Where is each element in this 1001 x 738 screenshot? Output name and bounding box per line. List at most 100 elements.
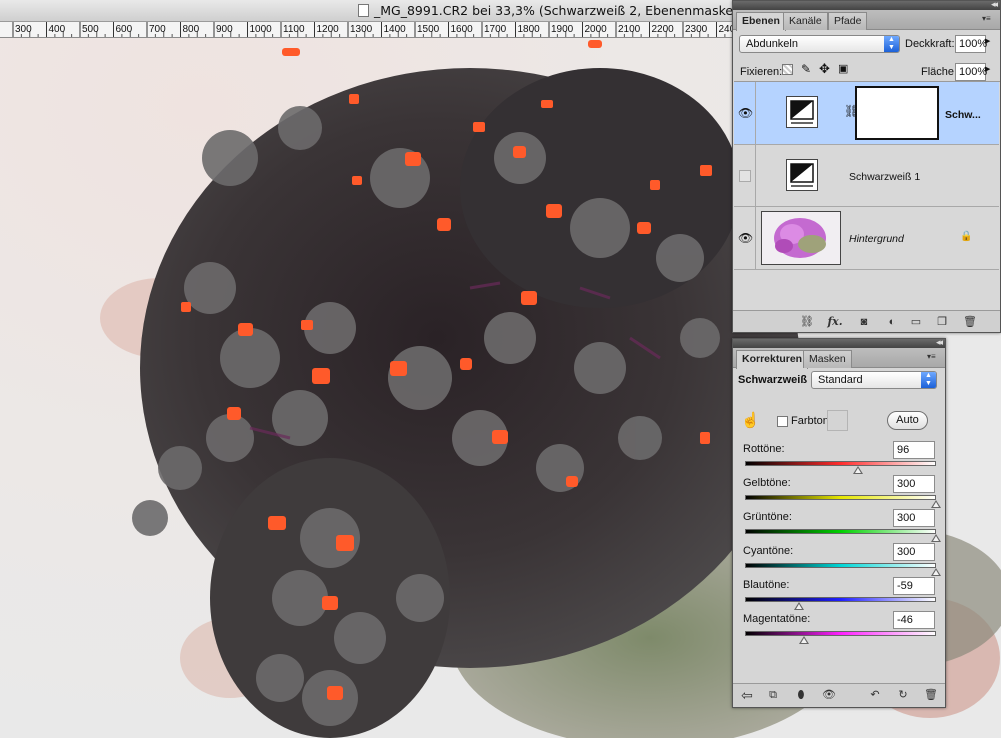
ruler-tick-label: 1900 bbox=[551, 24, 574, 35]
slider-thumb[interactable] bbox=[853, 466, 864, 474]
slider-thumb[interactable] bbox=[798, 636, 809, 644]
preset-select[interactable]: Standard ▲ ▼ bbox=[811, 371, 937, 389]
fill-label: Fläche: bbox=[921, 66, 958, 78]
opacity-value: 100% bbox=[959, 38, 988, 50]
eye-icon: 👁 bbox=[738, 106, 754, 120]
add-mask-icon[interactable]: ◙ bbox=[856, 315, 872, 329]
slider-value-input[interactable]: -46 bbox=[893, 611, 935, 629]
slider-track[interactable] bbox=[745, 461, 936, 466]
slider-label: Magentatöne: bbox=[743, 613, 811, 625]
layers-list: 👁 ⛓ Schw... Schwarzweiß 1 👁 Hintergrund … bbox=[734, 81, 1000, 311]
tab-masken[interactable]: Masken bbox=[803, 350, 852, 368]
layer-visibility-toggle[interactable]: 👁 bbox=[734, 207, 756, 269]
collapse-icon[interactable]: ◂◂ bbox=[936, 337, 943, 348]
blend-mode-select[interactable]: Abdunkeln ▲ ▼ bbox=[739, 35, 900, 53]
opacity-input[interactable]: 100% bbox=[955, 35, 988, 53]
tab-ebenen[interactable]: Ebenen bbox=[736, 12, 786, 31]
panel-menu-icon[interactable]: ▾≡ bbox=[927, 352, 941, 362]
fx-icon[interactable]: fx. bbox=[827, 315, 843, 329]
mask-visibility-icon[interactable]: ⬮ bbox=[793, 688, 809, 702]
opacity-dropdown-icon[interactable]: ▶ bbox=[985, 37, 990, 45]
new-layer-icon[interactable]: ❐ bbox=[934, 315, 950, 329]
panel-menu-icon[interactable]: ▾≡ bbox=[982, 14, 996, 24]
layer-visibility-toggle[interactable]: 👁 bbox=[734, 82, 756, 144]
collapse-icon[interactable]: ◂◂ bbox=[991, 0, 998, 10]
trash-icon[interactable]: 🗑 bbox=[923, 688, 939, 702]
slider-value-input[interactable]: 300 bbox=[893, 543, 935, 561]
previous-state-icon[interactable]: ↶ bbox=[867, 688, 883, 702]
slider-row: Grüntöne: 300 bbox=[733, 509, 947, 543]
lock-position-icon[interactable]: ✥ bbox=[819, 61, 830, 77]
layers-panel-grip[interactable]: ◂◂ bbox=[733, 0, 1000, 10]
link-icon[interactable]: ⛓ bbox=[799, 315, 815, 329]
layer-row-schwarzweiss-1[interactable]: Schwarzweiß 1 bbox=[734, 145, 999, 207]
layers-bottom-bar: ⛓ fx. ◙ ◐ ▭ ❐ 🗑 bbox=[733, 310, 1000, 332]
slider-value-input[interactable]: 300 bbox=[893, 475, 935, 493]
lock-all-icon[interactable]: ▣ bbox=[838, 62, 848, 75]
lock-image-icon[interactable]: ✎ bbox=[801, 62, 811, 76]
slider-value-input[interactable]: 96 bbox=[893, 441, 935, 459]
layer-name[interactable]: Hintergrund bbox=[849, 233, 904, 245]
reset-icon[interactable]: ↻ bbox=[895, 688, 911, 702]
clip-layer-icon[interactable]: ⧉ bbox=[765, 688, 781, 702]
layer-row-schwarzweiss-2[interactable]: 👁 ⛓ Schw... bbox=[734, 82, 999, 145]
slider-value-input[interactable]: -59 bbox=[893, 577, 935, 595]
eye-icon[interactable]: 👁 bbox=[821, 688, 837, 702]
fill-dropdown-icon[interactable]: ▶ bbox=[985, 65, 990, 73]
tab-korrekturen[interactable]: Korrekturen bbox=[736, 350, 809, 369]
document-title: _MG_8991.CR2 bei 33,3% (Schwarzweiß 2, E… bbox=[374, 3, 734, 18]
ruler-tick-label: 1600 bbox=[451, 24, 474, 35]
ruler-tick-label: 500 bbox=[82, 24, 99, 35]
tab-kanaele[interactable]: Kanäle bbox=[783, 12, 828, 30]
ruler-tick-label: 1800 bbox=[518, 24, 541, 35]
back-icon[interactable]: ⇦ bbox=[739, 688, 755, 702]
slider-row: Rottöne: 96 bbox=[733, 441, 947, 475]
slider-thumb[interactable] bbox=[931, 534, 941, 542]
ruler-tick-label: 1000 bbox=[250, 24, 273, 35]
fill-input[interactable]: 100% bbox=[955, 63, 987, 81]
tint-checkbox[interactable] bbox=[777, 416, 788, 427]
new-adjustment-icon[interactable]: ◐ bbox=[884, 315, 900, 329]
slider-row: Blautöne: -59 bbox=[733, 577, 947, 611]
slider-value-input[interactable]: 300 bbox=[893, 509, 935, 527]
slider-track[interactable] bbox=[745, 631, 936, 636]
slider-label: Cyantöne: bbox=[743, 545, 794, 557]
layer-name[interactable]: Schw... bbox=[945, 109, 981, 121]
slider-thumb[interactable] bbox=[931, 500, 941, 508]
ruler-tick-label: 1100 bbox=[283, 24, 305, 35]
slider-thumb[interactable] bbox=[931, 568, 941, 576]
adjustments-panel-tabs: Korrekturen Masken ▾≡ bbox=[733, 348, 945, 369]
ruler-tick-label: 2200 bbox=[652, 24, 675, 35]
new-group-icon[interactable]: ▭ bbox=[908, 315, 924, 329]
targeted-adjustment-hand-icon[interactable]: ☝ bbox=[741, 411, 760, 429]
opacity-label: Deckkraft: bbox=[905, 38, 955, 50]
slider-label: Rottöne: bbox=[743, 443, 785, 455]
adjustments-panel-grip[interactable]: ◂◂ bbox=[733, 337, 945, 348]
layer-visibility-toggle[interactable] bbox=[734, 145, 756, 206]
ruler-tick-label: 1300 bbox=[350, 24, 373, 35]
chevron-updown-icon: ▲ ▼ bbox=[884, 36, 899, 52]
auto-button[interactable]: Auto bbox=[887, 411, 928, 430]
lock-icon: 🔒 bbox=[960, 231, 973, 242]
slider-track[interactable] bbox=[745, 495, 936, 500]
ruler-tick-label: 2100 bbox=[618, 24, 641, 35]
slider-track[interactable] bbox=[745, 529, 936, 534]
ruler-tick-label: 1700 bbox=[484, 24, 507, 35]
slider-thumb[interactable] bbox=[793, 602, 804, 610]
layer-mask-thumbnail[interactable] bbox=[855, 86, 939, 140]
trash-icon[interactable]: 🗑 bbox=[962, 315, 978, 329]
slider-track[interactable] bbox=[745, 597, 936, 602]
adjustment-thumbnail-icon bbox=[786, 96, 818, 128]
slider-label: Gelbtöne: bbox=[743, 477, 791, 489]
ruler-tick-label: 300 bbox=[15, 24, 32, 35]
tab-pfade[interactable]: Pfade bbox=[828, 12, 868, 30]
lock-transparency-icon[interactable] bbox=[782, 64, 793, 75]
layer-name[interactable]: Schwarzweiß 1 bbox=[849, 171, 920, 183]
ruler-tick-label: 600 bbox=[116, 24, 133, 35]
tint-color-swatch[interactable] bbox=[827, 410, 848, 431]
eye-icon: 👁 bbox=[738, 231, 754, 245]
slider-track[interactable] bbox=[745, 563, 936, 568]
adjustment-name: Schwarzweiß bbox=[738, 374, 808, 386]
ruler-tick-label: 400 bbox=[49, 24, 66, 35]
layer-row-hintergrund[interactable]: 👁 Hintergrund 🔒 bbox=[734, 207, 999, 270]
